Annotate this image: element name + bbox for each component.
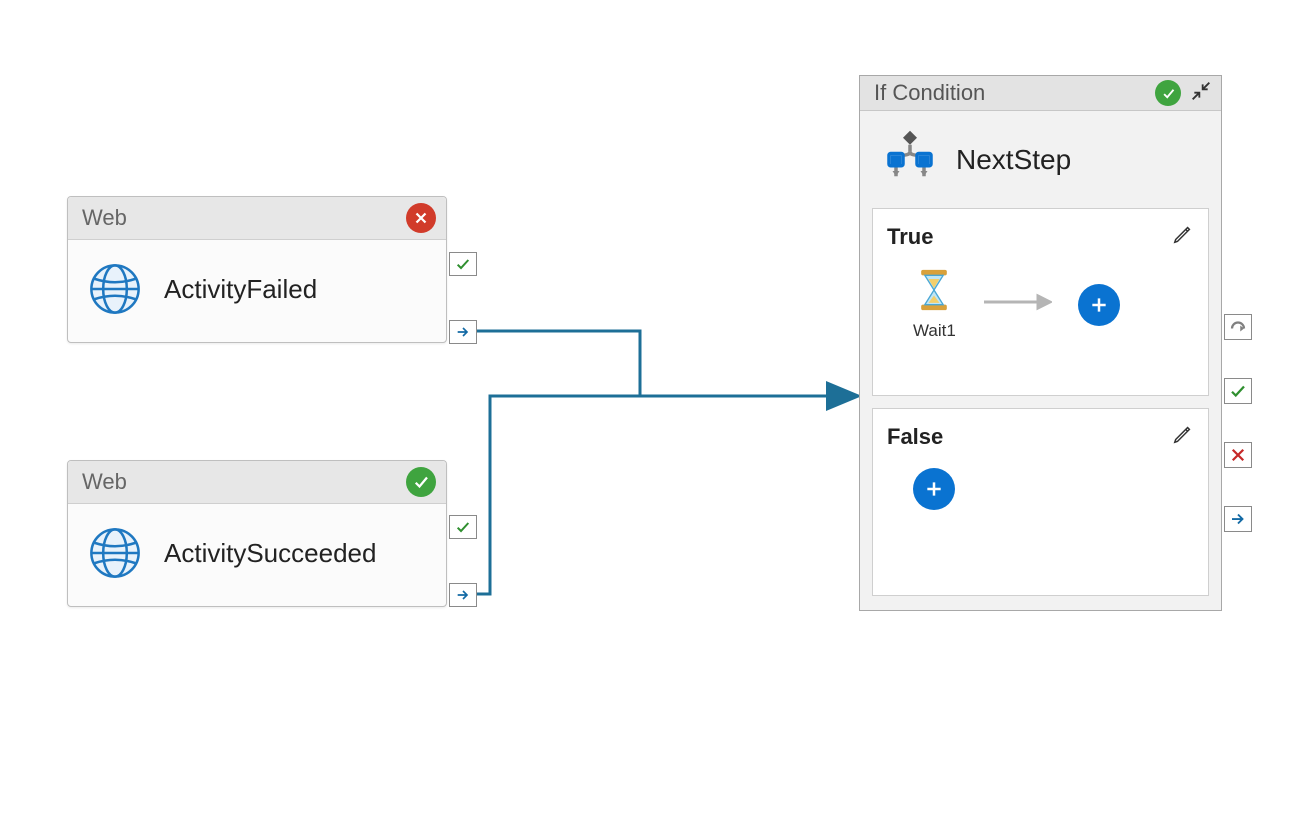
branch-true[interactable]: True — [872, 208, 1209, 396]
port-success[interactable] — [1224, 378, 1252, 404]
pipeline-canvas[interactable]: Web ActivityFailed Web — [0, 0, 1314, 818]
port-completion[interactable] — [449, 320, 477, 344]
activity-header: Web — [68, 197, 446, 240]
port-skip[interactable] — [1224, 314, 1252, 340]
wait-activity[interactable]: Wait1 — [913, 268, 956, 341]
branch-header: True — [887, 223, 1194, 250]
branch-false[interactable]: False — [872, 408, 1209, 596]
status-failed-icon — [406, 203, 436, 233]
activity-type-label: Web — [82, 469, 127, 495]
activity-name: ActivitySucceeded — [164, 538, 376, 569]
add-activity-button[interactable] — [1078, 284, 1120, 326]
branch-true-body: Wait1 — [887, 268, 1194, 341]
if-condition-title-row: NextStep — [860, 111, 1221, 208]
if-condition-header: If Condition — [860, 76, 1221, 111]
globe-icon — [88, 526, 142, 580]
activity-body: ActivityFailed — [68, 240, 446, 342]
activity-type-label: Web — [82, 205, 127, 231]
branch-header: False — [887, 423, 1194, 450]
hourglass-icon — [914, 268, 954, 317]
port-success[interactable] — [449, 515, 477, 539]
branch-false-body — [887, 468, 1194, 510]
globe-icon — [88, 262, 142, 316]
status-succeeded-icon — [406, 467, 436, 497]
activity-body: ActivitySucceeded — [68, 504, 446, 606]
if-condition-icon — [882, 129, 938, 190]
collapse-icon[interactable] — [1191, 81, 1211, 106]
port-completion[interactable] — [1224, 506, 1252, 532]
activity-web-succeeded[interactable]: Web ActivitySucceeded — [67, 460, 447, 607]
activity-header: Web — [68, 461, 446, 504]
if-condition-type-label: If Condition — [874, 80, 985, 106]
activity-name: ActivityFailed — [164, 274, 317, 305]
status-succeeded-icon — [1155, 80, 1181, 106]
branch-false-label: False — [887, 424, 943, 450]
edit-icon[interactable] — [1172, 223, 1194, 250]
add-activity-button[interactable] — [913, 468, 955, 510]
activity-if-condition[interactable]: If Condition — [859, 75, 1222, 611]
edit-icon[interactable] — [1172, 423, 1194, 450]
if-condition-name: NextStep — [956, 144, 1071, 176]
port-fail[interactable] — [1224, 442, 1252, 468]
arrow-right-icon — [982, 292, 1052, 317]
port-completion[interactable] — [449, 583, 477, 607]
branches-container: True — [860, 208, 1221, 610]
branch-true-label: True — [887, 224, 933, 250]
port-success[interactable] — [449, 252, 477, 276]
wait-activity-name: Wait1 — [913, 321, 956, 341]
activity-web-failed[interactable]: Web ActivityFailed — [67, 196, 447, 343]
